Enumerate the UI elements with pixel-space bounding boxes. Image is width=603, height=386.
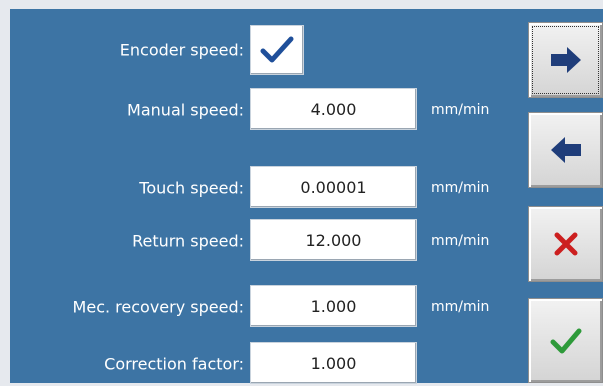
confirm-button[interactable]	[528, 298, 603, 383]
cancel-button[interactable]	[528, 206, 603, 282]
manual-speed-label: Manual speed:	[127, 100, 244, 120]
x-icon	[553, 231, 579, 257]
encoder-speed-row: Encoder speed:	[10, 25, 530, 75]
settings-panel: Encoder speed: Manual speed: 4.000 mm/mi…	[10, 9, 603, 386]
checkmark-icon	[260, 35, 294, 65]
touch-speed-label: Touch speed:	[139, 178, 244, 198]
correction-factor-input[interactable]: 1.000	[250, 342, 417, 384]
manual-speed-input[interactable]: 4.000	[250, 88, 417, 130]
return-speed-label: Return speed:	[132, 231, 244, 251]
touch-speed-row: Touch speed: 0.00001 mm/min	[10, 166, 530, 210]
next-button[interactable]	[528, 22, 603, 98]
encoder-speed-checkbox[interactable]	[250, 25, 304, 75]
back-button[interactable]	[528, 112, 603, 188]
touch-speed-unit: mm/min	[431, 180, 490, 196]
return-speed-unit: mm/min	[431, 233, 490, 249]
mec-recovery-speed-unit: mm/min	[431, 299, 490, 315]
mec-recovery-speed-label: Mec. recovery speed:	[72, 297, 244, 317]
return-speed-input[interactable]: 12.000	[250, 219, 417, 261]
touch-speed-input[interactable]: 0.00001	[250, 166, 417, 208]
return-speed-row: Return speed: 12.000 mm/min	[10, 219, 530, 263]
manual-speed-row: Manual speed: 4.000 mm/min	[10, 88, 530, 132]
checkmark-icon	[550, 327, 582, 355]
arrow-left-icon	[549, 136, 583, 164]
mec-recovery-speed-row: Mec. recovery speed: 1.000 mm/min	[10, 285, 530, 329]
correction-factor-row: Correction factor: 1.000	[10, 342, 530, 386]
mec-recovery-speed-input[interactable]: 1.000	[250, 285, 417, 327]
manual-speed-unit: mm/min	[431, 102, 490, 118]
correction-factor-label: Correction factor:	[104, 354, 244, 374]
arrow-right-icon	[549, 46, 583, 74]
encoder-speed-label: Encoder speed:	[119, 40, 244, 60]
